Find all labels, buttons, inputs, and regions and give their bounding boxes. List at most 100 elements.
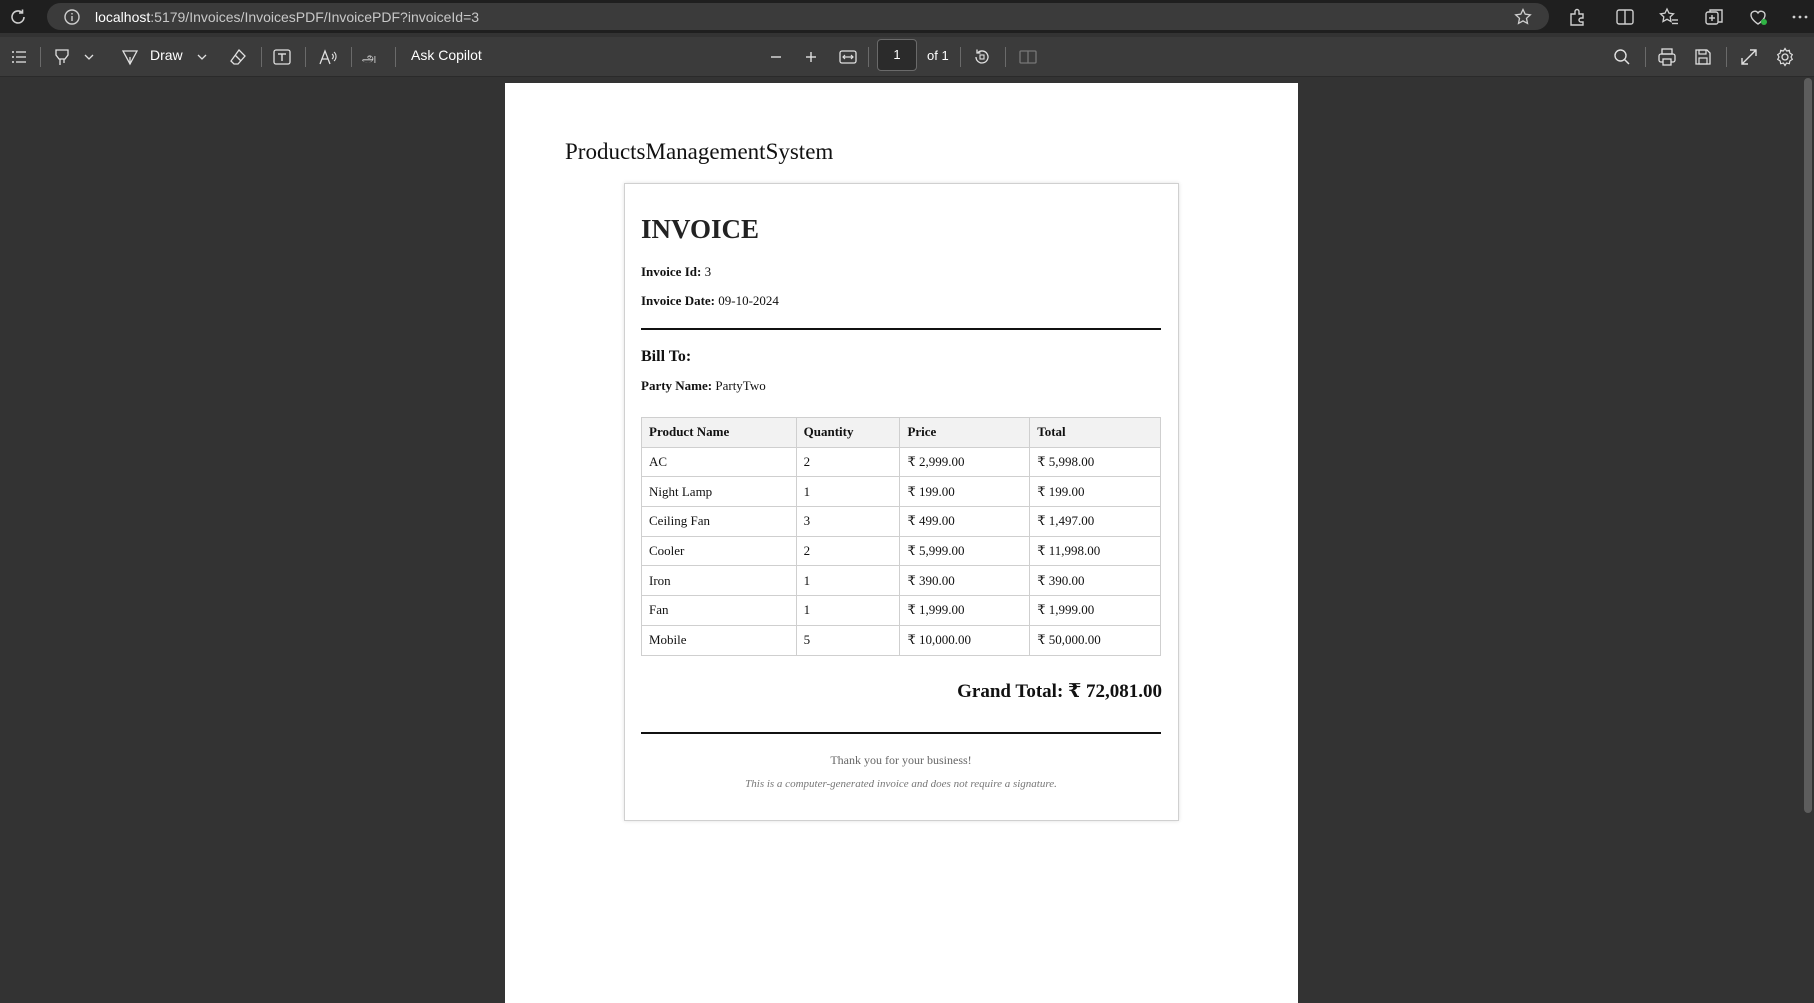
table-row: Fan 1 ₹ 1,999.00 ₹ 1,999.00: [641, 595, 1161, 626]
total-cell: ₹ 199.00: [1029, 476, 1161, 508]
draw-chevron-down-icon[interactable]: [191, 46, 213, 68]
total-cell: ₹ 5,998.00: [1029, 446, 1161, 478]
table-header-row: Product Name Quantity Price Total: [641, 417, 1161, 448]
url-path: :5179/Invoices/InvoicesPDF/InvoicePDF?in…: [150, 9, 480, 25]
collections-icon[interactable]: [1703, 6, 1725, 28]
invoice-id-line: Invoice Id: 3: [641, 264, 711, 280]
site-title: ProductsManagementSystem: [565, 139, 834, 164]
quantity-cell: 2: [795, 535, 901, 567]
grand-total: Grand Total: ₹ 72,081.00: [957, 681, 1162, 702]
product-name-cell: Ceiling Fan: [641, 506, 797, 537]
print-icon[interactable]: [1656, 46, 1678, 68]
browser-essentials-icon[interactable]: [1747, 6, 1769, 28]
column-header: Product Name: [641, 417, 797, 448]
total-cell: ₹ 390.00: [1029, 565, 1161, 597]
product-name-cell: Night Lamp: [641, 476, 797, 508]
toolbar-separator: [305, 47, 306, 67]
price-cell: ₹ 390.00: [899, 565, 1031, 597]
fullscreen-expand-icon[interactable]: [1738, 46, 1760, 68]
quantity-cell: 5: [795, 624, 901, 656]
party-name-value: PartyTwo: [715, 378, 766, 393]
product-name-cell: Fan: [641, 595, 797, 626]
contents-list-icon[interactable]: [8, 46, 30, 68]
save-icon[interactable]: [1692, 46, 1714, 68]
page-view-icon[interactable]: [1017, 46, 1039, 68]
price-cell: ₹ 10,000.00: [899, 624, 1031, 656]
toolbar-separator: [351, 47, 352, 67]
price-cell: ₹ 199.00: [899, 476, 1031, 508]
reload-icon[interactable]: [7, 6, 29, 28]
zoom-out-icon[interactable]: [765, 46, 787, 68]
translate-icon[interactable]: அ: [361, 46, 383, 68]
draw-pen-icon[interactable]: [119, 46, 141, 68]
divider: [641, 328, 1161, 330]
read-aloud-icon[interactable]: [317, 46, 339, 68]
toolbar-separator: [868, 47, 869, 67]
rotate-icon[interactable]: [971, 46, 993, 68]
table-row: AC 2 ₹ 2,999.00 ₹ 5,998.00: [641, 446, 1161, 478]
table-row: Mobile 5 ₹ 10,000.00 ₹ 50,000.00: [641, 624, 1161, 656]
total-cell: ₹ 1,497.00: [1029, 506, 1161, 537]
quantity-cell: 2: [795, 446, 901, 478]
pdf-page: ProductsManagementSystem INVOICE Invoice…: [505, 83, 1298, 1003]
party-name-label: Party Name:: [641, 378, 713, 393]
vertical-scrollbar[interactable]: [1804, 78, 1812, 813]
pdf-viewer[interactable]: ProductsManagementSystem INVOICE Invoice…: [0, 78, 1814, 1003]
column-header: Price: [899, 417, 1031, 448]
page-number-input[interactable]: 1: [877, 39, 917, 71]
quantity-cell: 1: [795, 595, 901, 626]
quantity-cell: 3: [795, 506, 901, 537]
product-name-cell: Cooler: [641, 535, 797, 567]
invoice-id-label: Invoice Id:: [641, 264, 702, 279]
invoice-items-table: Product Name Quantity Price Total AC 2 ₹…: [641, 417, 1161, 656]
invoice-title: INVOICE: [641, 214, 759, 244]
split-screen-icon[interactable]: [1614, 6, 1636, 28]
invoice-date-value: 09-10-2024: [718, 293, 779, 308]
add-text-icon[interactable]: [271, 46, 293, 68]
toolbar-separator: [960, 47, 961, 67]
column-header: Quantity: [795, 417, 901, 448]
search-icon[interactable]: [1611, 46, 1633, 68]
toolbar-separator: [395, 47, 396, 67]
url-text[interactable]: localhost:5179/Invoices/InvoicesPDF/Invo…: [95, 9, 479, 25]
price-cell: ₹ 5,999.00: [899, 535, 1031, 567]
party-name-line: Party Name: PartyTwo: [641, 378, 766, 394]
table-row: Iron 1 ₹ 390.00 ₹ 390.00: [641, 565, 1161, 597]
total-cell: ₹ 1,999.00: [1029, 595, 1161, 626]
thank-you-message: Thank you for your business!: [830, 753, 972, 767]
settings-gear-icon[interactable]: [1774, 46, 1796, 68]
signature-note: This is a computer-generated invoice and…: [745, 778, 1057, 790]
draw-button[interactable]: Draw: [150, 47, 183, 63]
eraser-icon[interactable]: [227, 46, 249, 68]
toolbar-separator: [1726, 47, 1727, 67]
invoice-card: INVOICE Invoice Id: 3 Invoice Date: 09-1…: [624, 183, 1179, 821]
favorite-star-icon[interactable]: [1513, 7, 1533, 27]
ask-copilot-button[interactable]: Ask Copilot: [411, 47, 482, 63]
browser-address-row: localhost:5179/Invoices/InvoicesPDF/Invo…: [0, 0, 1814, 33]
invoice-id-value: 3: [704, 264, 712, 279]
invoice-date-label: Invoice Date:: [641, 293, 716, 308]
toolbar-separator: [1645, 47, 1646, 67]
page-count: of 1: [927, 48, 949, 63]
price-cell: ₹ 2,999.00: [899, 446, 1031, 478]
favorites-icon[interactable]: [1658, 6, 1680, 28]
total-cell: ₹ 50,000.00: [1029, 624, 1161, 656]
site-info-icon[interactable]: [63, 8, 81, 26]
address-bar[interactable]: localhost:5179/Invoices/InvoicesPDF/Invo…: [47, 3, 1549, 30]
toolbar-separator: [1005, 47, 1006, 67]
quantity-cell: 1: [795, 476, 901, 508]
toolbar-separator: [40, 47, 41, 67]
price-cell: ₹ 499.00: [899, 506, 1031, 537]
url-host: localhost: [95, 9, 151, 25]
table-row: Cooler 2 ₹ 5,999.00 ₹ 11,998.00: [641, 535, 1161, 567]
more-options-icon[interactable]: [1789, 6, 1811, 28]
zoom-in-icon[interactable]: [800, 46, 822, 68]
fit-to-width-icon[interactable]: [837, 46, 859, 68]
highlight-chevron-down-icon[interactable]: [78, 46, 100, 68]
toolbar-separator: [261, 47, 262, 67]
price-cell: ₹ 1,999.00: [899, 595, 1031, 626]
highlight-icon[interactable]: [51, 46, 73, 68]
column-header: Total: [1029, 417, 1161, 448]
product-name-cell: Iron: [641, 565, 797, 597]
extensions-icon[interactable]: [1566, 6, 1588, 28]
